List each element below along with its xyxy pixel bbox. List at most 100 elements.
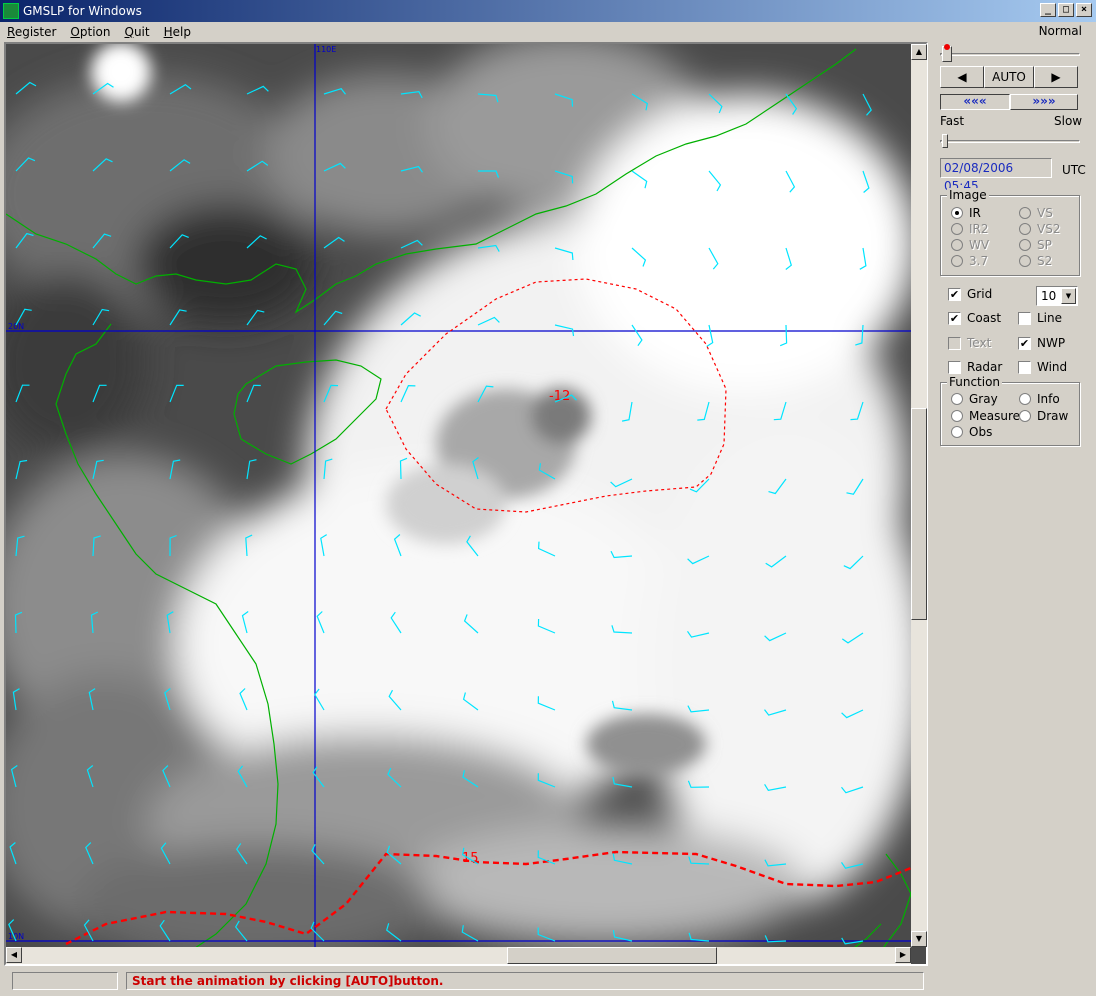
radio-info[interactable]: Info xyxy=(1019,392,1060,406)
radio-3-7-label: 3.7 xyxy=(969,254,989,268)
horizontal-scroll-thumb[interactable] xyxy=(507,947,717,964)
radio-gray[interactable]: Gray xyxy=(951,392,998,406)
pressure-label-outer: 15 xyxy=(462,851,479,866)
coast-checkbox[interactable]: ✔ Coast xyxy=(948,311,1001,325)
text-check-box xyxy=(948,336,961,350)
minimize-button[interactable]: _ xyxy=(1040,3,1056,17)
speed-slider-track xyxy=(940,140,1080,143)
frame-slider[interactable] xyxy=(940,44,1080,62)
line-label: Line xyxy=(1037,311,1063,325)
speed-slider-thumb[interactable] xyxy=(942,134,948,148)
scroll-up-button[interactable]: ▲ xyxy=(911,44,927,60)
nwp-check-mark: ✔ xyxy=(1018,336,1031,350)
image-group-title: Image xyxy=(947,188,989,202)
menu-register[interactable]: Register xyxy=(0,25,63,39)
forward-button[interactable]: »»» xyxy=(1010,94,1078,110)
radio-obs-label: Obs xyxy=(969,425,993,439)
radio-obs-indicator xyxy=(951,426,963,438)
next-frame-button[interactable]: ▶ xyxy=(1034,66,1078,88)
radio-ir[interactable]: IR xyxy=(951,206,981,220)
control-panel: ◀ AUTO ▶ ««« »»» Fast Slow 02/08/2006 05… xyxy=(936,40,1092,460)
radio-sp[interactable]: SP xyxy=(1019,238,1052,252)
radio-s2[interactable]: S2 xyxy=(1019,254,1052,268)
function-group: Function Gray Info Measure Draw Obs xyxy=(940,375,1080,446)
window-title: GMSLP for Windows xyxy=(23,4,142,18)
grid-check-mark: ✔ xyxy=(948,287,961,301)
radar-label: Radar xyxy=(967,360,1003,374)
menu-help[interactable]: Help xyxy=(157,25,198,39)
close-button[interactable]: × xyxy=(1076,3,1092,17)
menu-option[interactable]: Option xyxy=(63,25,117,39)
radio-wv-label: WV xyxy=(969,238,990,252)
radio-ir2-indicator xyxy=(951,223,963,235)
radio-vs2[interactable]: VS2 xyxy=(1019,222,1060,236)
radar-checkbox[interactable]: Radar xyxy=(948,360,1002,374)
radio-draw-label: Draw xyxy=(1037,409,1069,423)
scroll-left-button[interactable]: ◀ xyxy=(6,947,22,963)
lat-label-bottom: 10N xyxy=(8,932,24,941)
satellite-map[interactable]: 110E 20N 10N -12 15 xyxy=(4,42,928,966)
radio-ir2[interactable]: IR2 xyxy=(951,222,989,236)
radio-vs2-indicator xyxy=(1019,223,1031,235)
menu-quit[interactable]: Quit xyxy=(117,25,156,39)
radio-vs[interactable]: VS xyxy=(1019,206,1053,220)
title-bar: GMSLP for Windows _ □ × xyxy=(0,0,1096,22)
app-icon xyxy=(3,3,19,19)
grid-label: Grid xyxy=(967,287,993,301)
fast-label: Fast xyxy=(940,114,965,128)
grid-checkbox[interactable]: ✔ Grid xyxy=(948,287,992,301)
grid-size-select[interactable]: 10 ▼ xyxy=(1036,286,1078,306)
datetime-display: 02/08/2006 05:45 xyxy=(940,158,1052,193)
scroll-down-button[interactable]: ▼ xyxy=(911,931,927,947)
radio-measure[interactable]: Measure xyxy=(951,409,1020,423)
status-left-pane xyxy=(12,972,118,990)
nwp-label: NWP xyxy=(1037,336,1066,350)
frame-slider-track xyxy=(940,53,1080,56)
radio-s2-indicator xyxy=(1019,255,1031,267)
radio-draw[interactable]: Draw xyxy=(1019,409,1068,423)
radio-wv[interactable]: WV xyxy=(951,238,989,252)
speed-slider[interactable] xyxy=(940,134,1080,150)
wind-check-box xyxy=(1018,360,1031,374)
scroll-right-button[interactable]: ▶ xyxy=(895,947,911,963)
radio-measure-label: Measure xyxy=(969,409,1020,423)
vertical-scroll-thumb[interactable] xyxy=(911,408,927,620)
prev-frame-button[interactable]: ◀ xyxy=(940,66,984,88)
slow-label: Slow xyxy=(1054,114,1083,128)
wind-label: Wind xyxy=(1037,360,1068,374)
horizontal-scrollbar[interactable]: ◀ ▶ xyxy=(6,947,911,964)
radio-wv-indicator xyxy=(951,239,963,251)
radio-ir2-label: IR2 xyxy=(969,222,989,236)
text-checkbox[interactable]: Text xyxy=(948,336,991,350)
nwp-checkbox[interactable]: ✔ NWP xyxy=(1018,336,1065,350)
maximize-button[interactable]: □ xyxy=(1058,3,1074,17)
status-message: Start the animation by clicking [AUTO]bu… xyxy=(126,972,924,990)
menu-bar: Register Option Quit Help xyxy=(0,22,1096,41)
grid-size-value: 10 xyxy=(1041,289,1057,303)
satellite-image: 110E 20N 10N -12 15 xyxy=(6,44,926,964)
vertical-scrollbar[interactable]: ▲ ▼ xyxy=(911,44,927,947)
radio-3-7[interactable]: 3.7 xyxy=(951,254,988,268)
chevron-down-icon[interactable]: ▼ xyxy=(1061,288,1076,304)
radio-vs-label: VS xyxy=(1037,206,1053,220)
line-checkbox[interactable]: Line xyxy=(1018,311,1062,325)
radio-3-7-indicator xyxy=(951,255,963,267)
radio-obs[interactable]: Obs xyxy=(951,425,992,439)
coast-label: Coast xyxy=(967,311,1002,325)
radio-ir-label: IR xyxy=(969,206,981,220)
radio-vs-indicator xyxy=(1019,207,1031,219)
wind-checkbox[interactable]: Wind xyxy=(1018,360,1067,374)
rewind-button[interactable]: ««« xyxy=(940,94,1010,110)
radio-gray-indicator xyxy=(951,393,963,405)
utc-label: UTC xyxy=(1062,163,1086,177)
function-group-title: Function xyxy=(947,375,1003,389)
lon-label: 110E xyxy=(316,45,336,54)
radio-info-label: Info xyxy=(1037,392,1060,406)
lat-label-top: 20N xyxy=(8,322,24,331)
radio-sp-indicator xyxy=(1019,239,1031,251)
radio-vs2-label: VS2 xyxy=(1037,222,1061,236)
auto-button[interactable]: AUTO xyxy=(984,66,1034,88)
frame-marker-icon xyxy=(944,44,950,50)
radio-draw-indicator xyxy=(1019,410,1031,422)
radio-s2-label: S2 xyxy=(1037,254,1053,268)
